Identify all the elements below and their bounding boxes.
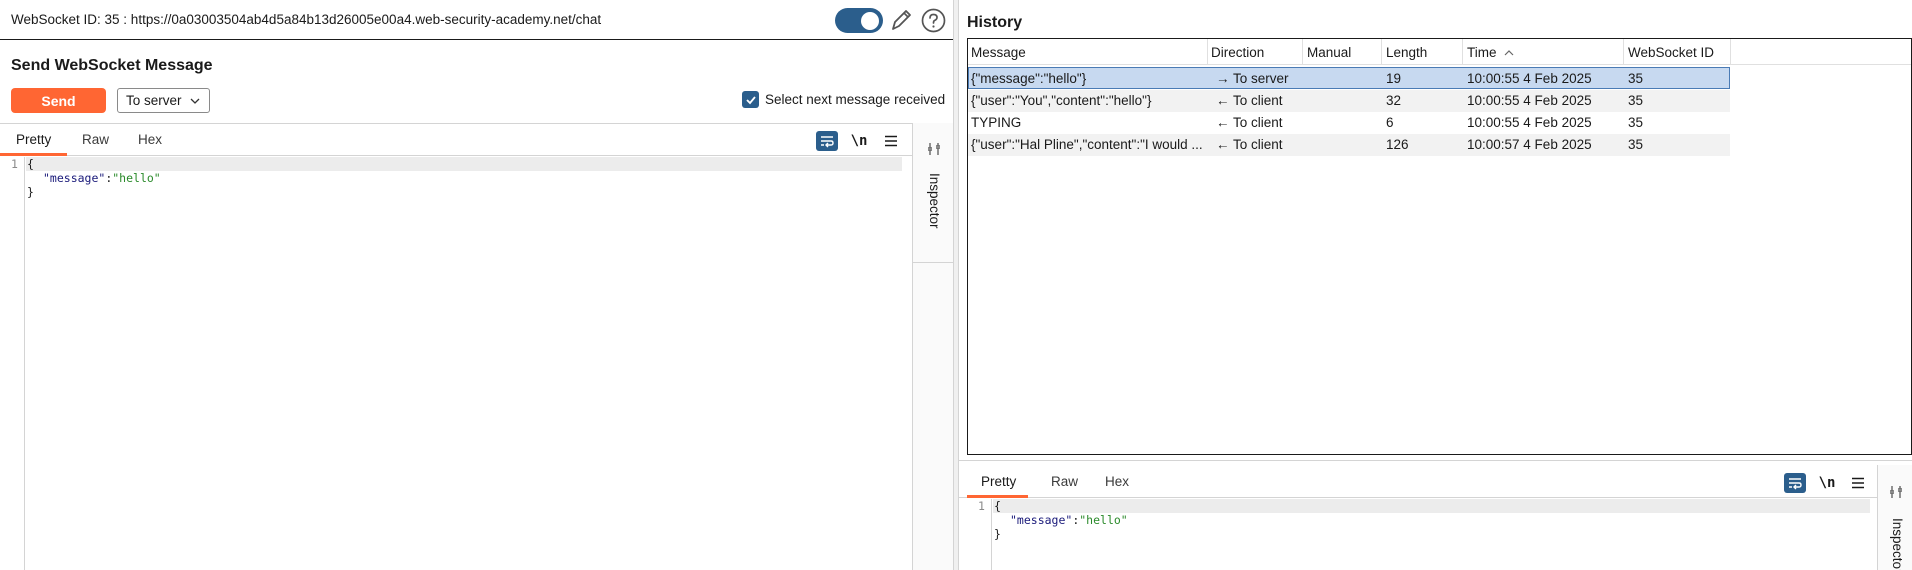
column-header-direction[interactable]: Direction (1211, 45, 1264, 60)
cell-websocket-id: 35 (1628, 71, 1644, 86)
destination-select[interactable]: To server (117, 88, 210, 113)
column-header-time[interactable]: Time (1467, 45, 1514, 60)
json-value: "hello" (112, 171, 161, 185)
menu-icon[interactable] (1847, 473, 1869, 493)
websocket-info-bar: WebSocket ID: 35 : https://0a03003504ab4… (0, 0, 953, 40)
word-wrap-icon[interactable] (816, 131, 838, 151)
cell-time: 10:00:55 4 Feb 2025 (1467, 71, 1592, 86)
newline-icon[interactable]: \n (1816, 473, 1838, 493)
json-value: "hello" (1079, 513, 1128, 527)
menu-icon[interactable] (880, 131, 902, 151)
history-table[interactable]: Message Direction Manual Length Time Web… (967, 38, 1912, 455)
checkbox-checked-icon[interactable] (742, 91, 759, 108)
send-button[interactable]: Send (11, 88, 106, 113)
select-next-label: Select next message received (765, 92, 946, 107)
table-row[interactable]: {"user":"You","content":"hello"} ← To cl… (968, 90, 1730, 112)
cell-length: 126 (1386, 137, 1409, 152)
history-title: History (967, 14, 1023, 31)
cell-length: 32 (1386, 93, 1402, 108)
active-tab-indicator (0, 153, 67, 156)
table-row[interactable]: {"message":"hello"} → To server 19 10:00… (968, 67, 1730, 89)
cell-time: 10:00:55 4 Feb 2025 (1467, 93, 1592, 108)
line-number-gutter (0, 157, 25, 570)
select-next-checkbox[interactable]: Select next message received (742, 91, 945, 108)
code-line: "message":"hello" (1010, 513, 1128, 527)
cell-direction-arrow: → (1216, 71, 1230, 86)
code-line: } (994, 527, 1001, 541)
intercept-toggle[interactable] (835, 8, 883, 33)
column-header-length[interactable]: Length (1386, 45, 1427, 60)
line-number: 1 (11, 157, 18, 171)
sort-ascending-icon (1504, 50, 1514, 56)
code-line: { (27, 157, 34, 171)
history-panel: History Message Direction Manual Length … (959, 0, 1912, 570)
inspector-label: Inspector (927, 173, 942, 229)
inspector-sidebar[interactable]: Inspector (912, 123, 954, 570)
cell-direction-arrow: ← (1216, 115, 1230, 130)
send-message-panel: WebSocket ID: 35 : https://0a03003504ab4… (0, 0, 954, 570)
current-line-highlight (993, 499, 1870, 513)
tab-hex[interactable]: Hex (1105, 474, 1129, 489)
cell-message: TYPING (971, 115, 1022, 130)
cell-message: {"message":"hello"} (971, 71, 1087, 86)
cell-length: 19 (1386, 71, 1402, 86)
code-line: { (994, 499, 1001, 513)
inspector-label: Inspector (1890, 518, 1905, 570)
chevron-down-icon (190, 98, 200, 104)
column-header-manual[interactable]: Manual (1307, 45, 1351, 60)
tab-raw[interactable]: Raw (82, 132, 109, 147)
tab-pretty[interactable]: Pretty (16, 132, 51, 147)
inspector-divider (913, 262, 954, 263)
cell-direction-arrow: ← (1216, 137, 1230, 152)
edit-pencil-icon[interactable] (888, 6, 914, 34)
inspector-sidebar[interactable]: Inspector (1877, 465, 1912, 570)
code-line: } (27, 185, 34, 199)
cell-message: {"user":"Hal Pline","content":"I would .… (971, 137, 1203, 152)
send-message-title: Send WebSocket Message (11, 57, 213, 74)
cell-websocket-id: 35 (1628, 93, 1644, 108)
cell-websocket-id: 35 (1628, 115, 1644, 130)
history-message-viewer: Pretty Raw Hex \n 1 { "message":"hello" … (959, 460, 1912, 570)
cell-direction: To client (1233, 93, 1283, 108)
websocket-info-text: WebSocket ID: 35 : https://0a03003504ab4… (11, 12, 602, 27)
tab-raw[interactable]: Raw (1051, 474, 1078, 489)
cell-time: 10:00:55 4 Feb 2025 (1467, 115, 1592, 130)
column-header-websocket-id[interactable]: WebSocket ID (1628, 45, 1714, 60)
tab-pretty[interactable]: Pretty (981, 474, 1016, 489)
cell-message: {"user":"You","content":"hello"} (971, 93, 1152, 108)
message-editor: Pretty Raw Hex \n 1 { "message":"hello" … (0, 123, 953, 570)
code-line: "message":"hello" (43, 171, 161, 185)
active-tab-indicator (967, 495, 1028, 498)
cell-direction: To client (1233, 137, 1283, 152)
line-number: 1 (978, 499, 985, 513)
viewer-tabbar: Pretty Raw Hex \n (959, 466, 1877, 498)
cell-websocket-id: 35 (1628, 137, 1644, 152)
destination-value: To server (126, 93, 182, 108)
table-header: Message Direction Manual Length Time Web… (968, 39, 1911, 65)
inspector-icon (928, 143, 940, 155)
json-key: "message" (1010, 513, 1073, 527)
cell-direction: To client (1233, 115, 1283, 130)
cell-direction-arrow: ← (1216, 93, 1230, 108)
newline-icon[interactable]: \n (848, 131, 870, 151)
table-row[interactable]: {"user":"Hal Pline","content":"I would .… (968, 134, 1730, 156)
tab-hex[interactable]: Hex (138, 132, 162, 147)
cell-length: 6 (1386, 115, 1394, 130)
json-key: "message" (43, 171, 106, 185)
help-icon[interactable] (921, 8, 946, 33)
inspector-icon (1890, 486, 1902, 498)
word-wrap-icon[interactable] (1784, 473, 1806, 493)
table-row[interactable]: TYPING ← To client 6 10:00:55 4 Feb 2025… (968, 112, 1730, 134)
current-line-highlight (26, 157, 902, 171)
cell-direction: To server (1233, 71, 1289, 86)
editor-tabbar: Pretty Raw Hex \n (0, 124, 912, 156)
column-header-message[interactable]: Message (971, 45, 1026, 60)
cell-time: 10:00:57 4 Feb 2025 (1467, 137, 1592, 152)
